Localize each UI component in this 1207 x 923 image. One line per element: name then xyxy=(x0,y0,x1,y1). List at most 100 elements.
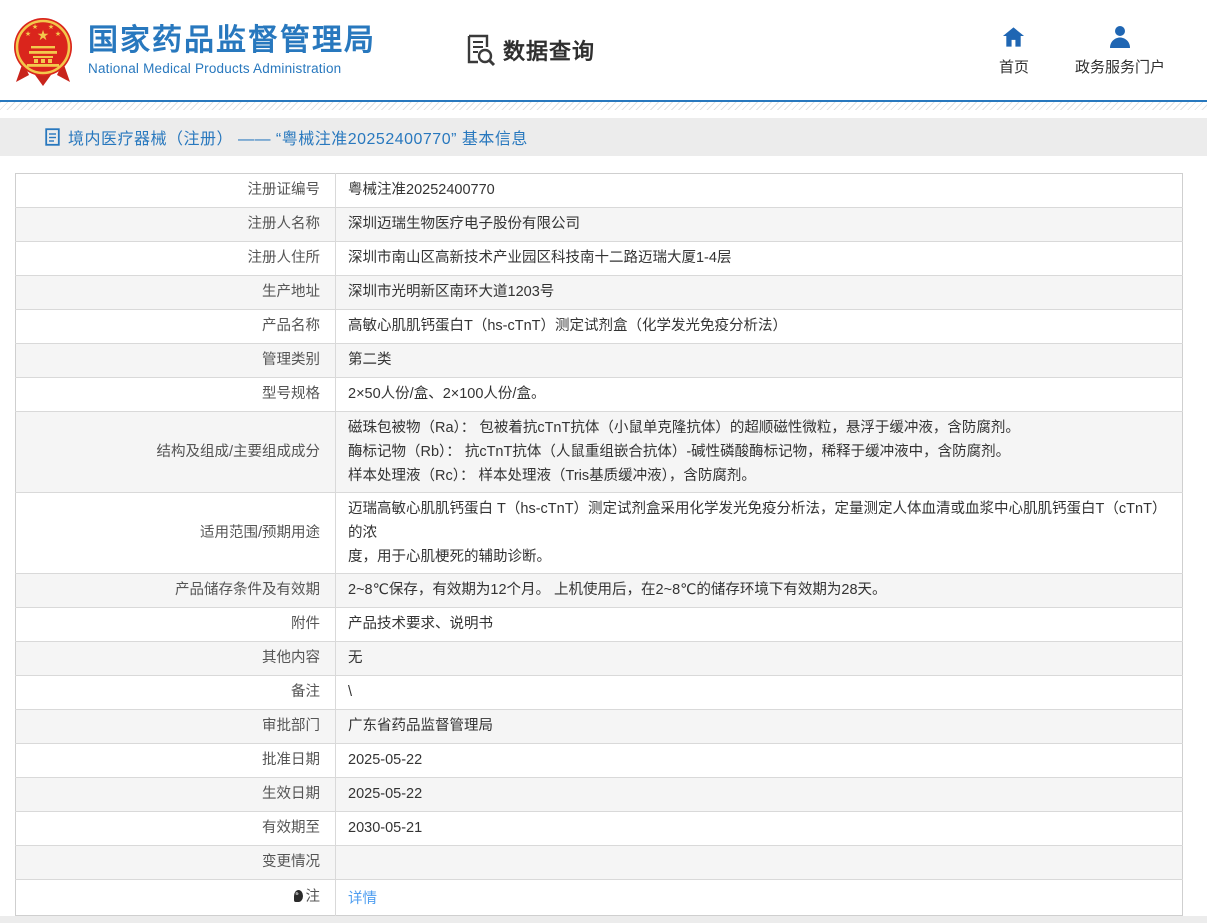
row-label: 生产地址 xyxy=(15,275,336,310)
table-row: 其他内容无 xyxy=(15,641,1183,676)
table-row: 型号规格 2×50人份/盒、2×100人份/盒。 xyxy=(15,377,1183,412)
row-label: 审批部门 xyxy=(15,709,336,744)
header: ★ ★ ★ ★ ★ 国家药品监督管理局 National Medical Pro… xyxy=(0,0,1207,100)
table-row: 注详情 xyxy=(15,879,1183,916)
user-icon xyxy=(1108,24,1132,48)
org-names: 国家药品监督管理局 National Medical Products Admi… xyxy=(88,24,376,76)
table-row: 变更情况 xyxy=(15,845,1183,880)
row-value: 无 xyxy=(336,642,1183,676)
value-line: 深圳迈瑞生物医疗电子股份有限公司 xyxy=(348,216,580,232)
value-line: 样本处理液（Rc）： 样本处理液（Tris基质缓冲液），含防腐剂。 xyxy=(348,468,756,484)
data-query-label: 数据查询 xyxy=(503,39,596,64)
header-nav: 首页 政务服务门户 xyxy=(999,24,1165,77)
value-line: 广东省药品监督管理局 xyxy=(348,718,493,734)
nav-home[interactable]: 首页 xyxy=(999,24,1029,77)
value-line: 2030-05-21 xyxy=(348,820,423,836)
document-icon xyxy=(45,128,60,146)
svg-text:★: ★ xyxy=(48,23,54,31)
registration-info-table: 注册证编号 粤械注准20252400770 注册人名称 深圳迈瑞生物医疗电子股份有限公… xyxy=(15,173,1183,916)
row-label: 产品名称 xyxy=(15,309,336,344)
value-line: \ xyxy=(348,684,353,700)
data-query-icon xyxy=(467,34,496,67)
svg-text:★: ★ xyxy=(25,30,31,38)
table-row: 附件 产品技术要求、说明书 xyxy=(15,607,1183,642)
table-row: 注册证编号 粤械注准20252400770 xyxy=(15,173,1183,208)
row-value xyxy=(336,846,1183,880)
row-value: 2025-05-22 xyxy=(336,744,1183,778)
row-label: 管理类别 xyxy=(15,343,336,378)
home-icon xyxy=(1002,24,1025,48)
value-line: 深圳市南山区高新技术产业园区科技南十二路迈瑞大厦1-4层 xyxy=(348,250,732,266)
svg-text:★: ★ xyxy=(32,23,38,31)
table-row: 注册人名称 深圳迈瑞生物医疗电子股份有限公司 xyxy=(15,207,1183,242)
value-line: 迈瑞高敏心肌肌钙蛋白 T（hs-cTnT）测定试剂盒采用化学发光免疫分析法，定量… xyxy=(348,501,1167,541)
breadcrumb: 境内医疗器械（注册） —— “粤械注准20252400770” 基本信息 xyxy=(0,118,1207,156)
table-row: 有效期至 2030-05-21 xyxy=(15,811,1183,846)
hatch-strip xyxy=(0,102,1207,110)
table-row: 审批部门 广东省药品监督管理局 xyxy=(15,709,1183,744)
value-line: 度，用于心肌梗死的辅助诊断。 xyxy=(348,549,551,565)
row-value: 广东省药品监督管理局 xyxy=(336,710,1183,744)
page: ★ ★ ★ ★ ★ 国家药品监督管理局 National Medical Pro… xyxy=(0,0,1207,923)
value-line: 2~8℃保存，有效期为12个月。 上机使用后，在2~8℃的储存环境下有效期为28… xyxy=(348,582,887,598)
table-row: 产品储存条件及有效期 2~8℃保存，有效期为12个月。 上机使用后，在2~8℃的储… xyxy=(15,573,1183,608)
row-label: 批准日期 xyxy=(15,743,336,778)
row-label: 型号规格 xyxy=(15,377,336,412)
note-icon xyxy=(293,890,303,902)
table-row: 备注 \ xyxy=(15,675,1183,710)
row-label: 有效期至 xyxy=(15,811,336,846)
row-label: 适用范围/预期用途 xyxy=(15,492,336,574)
table-row: 注册人住所 深圳市南山区高新技术产业园区科技南十二路迈瑞大厦1-4层 xyxy=(15,241,1183,276)
table-row: 结构及组成/主要组成成分 磁珠包被物（Ra）： 包被着抗cTnT抗体（小鼠单克隆抗… xyxy=(15,411,1183,493)
row-value: 2030-05-21 xyxy=(336,812,1183,846)
value-line: 2025-05-22 xyxy=(348,752,423,768)
breadcrumb-text: 境内医疗器械（注册） —— “粤械注准20252400770” 基本信息 xyxy=(68,131,528,148)
svg-text:★: ★ xyxy=(55,30,61,38)
table-row: 批准日期 2025-05-22 xyxy=(15,743,1183,778)
table-row: 生效日期 2025-05-22 xyxy=(15,777,1183,812)
row-value: 2025-05-22 xyxy=(336,778,1183,812)
gap xyxy=(0,110,1207,118)
value-line: 磁珠包被物（Ra）： 包被着抗cTnT抗体（小鼠单克隆抗体）的超顺磁性微粒，悬浮… xyxy=(348,420,1020,436)
nav-portal[interactable]: 政务服务门户 xyxy=(1075,24,1165,77)
row-value: 第二类 xyxy=(336,344,1183,378)
row-value: 深圳迈瑞生物医疗电子股份有限公司 xyxy=(336,208,1183,242)
nmpa-logo[interactable]: ★ ★ ★ ★ ★ 国家药品监督管理局 National Medical Pro… xyxy=(10,14,376,86)
row-value: 2~8℃保存，有效期为12个月。 上机使用后，在2~8℃的储存环境下有效期为28… xyxy=(336,574,1183,608)
value-line: 2×50人份/盒、2×100人份/盒。 xyxy=(348,386,546,402)
value-line: 2025-05-22 xyxy=(348,786,423,802)
table-row: 管理类别 第二类 xyxy=(15,343,1183,378)
nav-portal-label: 政务服务门户 xyxy=(1074,58,1165,76)
row-value: \ xyxy=(336,676,1183,710)
row-label: 注册人住所 xyxy=(15,241,336,276)
table-row: 产品名称 高敏心肌肌钙蛋白T（hs-cTnT）测定试剂盒（化学发光免疫分析法） xyxy=(15,309,1183,344)
org-name-cn: 国家药品监督管理局 xyxy=(88,24,376,57)
row-label: 其他内容 xyxy=(15,641,336,676)
value-line: 高敏心肌肌钙蛋白T（hs-cTnT）测定试剂盒（化学发光免疫分析法） xyxy=(348,318,788,334)
nav-home-label: 首页 xyxy=(998,58,1029,76)
row-label: 注 xyxy=(15,879,336,916)
value-line: 无 xyxy=(348,650,363,666)
row-value: 2×50人份/盒、2×100人份/盒。 xyxy=(336,378,1183,412)
row-value: 磁珠包被物（Ra）： 包被着抗cTnT抗体（小鼠单克隆抗体）的超顺磁性微粒，悬浮… xyxy=(336,412,1183,493)
value-line: 产品技术要求、说明书 xyxy=(348,616,493,632)
row-label: 注册证编号 xyxy=(15,173,336,208)
row-value: 深圳市南山区高新技术产业园区科技南十二路迈瑞大厦1-4层 xyxy=(336,242,1183,276)
value-line: 酶标记物（Rb）： 抗cTnT抗体（人鼠重组嵌合抗体）-碱性磷酸酶标记物，稀释于… xyxy=(348,444,1011,460)
value-line: 粤械注准20252400770 xyxy=(348,182,495,198)
value-line: 第二类 xyxy=(348,352,392,368)
row-label: 变更情况 xyxy=(15,845,336,880)
table-row: 生产地址 深圳市光明新区南环大道1203号 xyxy=(15,275,1183,310)
detail-link[interactable]: 详情 xyxy=(348,891,377,907)
row-label: 附件 xyxy=(15,607,336,642)
row-label: 注册人名称 xyxy=(15,207,336,242)
row-value: 产品技术要求、说明书 xyxy=(336,608,1183,642)
data-query-title[interactable]: 数据查询 xyxy=(464,33,595,67)
national-emblem-icon: ★ ★ ★ ★ ★ xyxy=(14,18,72,86)
table-row: 适用范围/预期用途 迈瑞高敏心肌肌钙蛋白 T（hs-cTnT）测定试剂盒采用化学发… xyxy=(15,492,1183,574)
row-value: 迈瑞高敏心肌肌钙蛋白 T（hs-cTnT）测定试剂盒采用化学发光免疫分析法，定量… xyxy=(336,493,1183,574)
row-label: 生效日期 xyxy=(15,777,336,812)
row-value: 粤械注准20252400770 xyxy=(336,174,1183,208)
row-value: 高敏心肌肌钙蛋白T（hs-cTnT）测定试剂盒（化学发光免疫分析法） xyxy=(336,310,1183,344)
row-value: 详情 xyxy=(336,880,1183,916)
